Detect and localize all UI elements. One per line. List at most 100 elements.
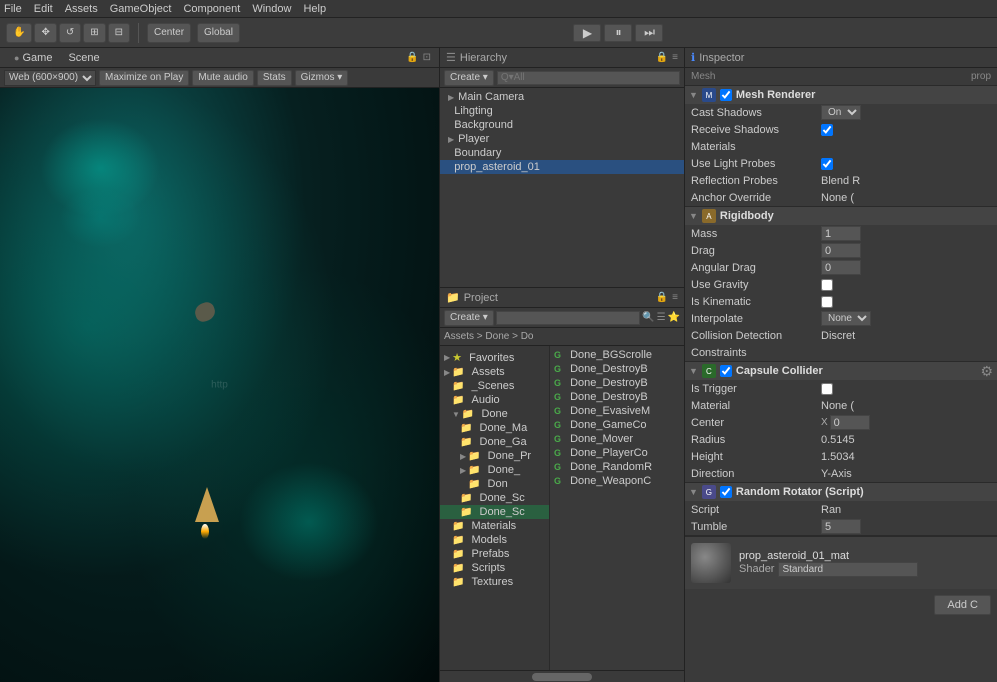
gizmos-button[interactable]: Gizmos ▾	[295, 70, 349, 86]
move-tool-button[interactable]: ✥	[34, 23, 56, 43]
scale-tool-button[interactable]: ⊞	[83, 23, 105, 43]
interpolate-select[interactable]: None	[821, 311, 871, 326]
step-button[interactable]: ⏭	[635, 24, 663, 42]
pause-button[interactable]: ⏸	[604, 24, 632, 42]
hier-item-prop-asteroid[interactable]: prop_asteroid_01	[440, 160, 684, 174]
tree-item-done-sub[interactable]: ▶📁 Done_	[440, 463, 549, 477]
menu-file[interactable]: File	[4, 3, 22, 15]
tree-item-done[interactable]: ▼📁 Done	[440, 407, 549, 421]
tree-item-scripts[interactable]: 📁 Scripts	[440, 561, 549, 575]
tree-item-don[interactable]: 📁 Don	[440, 477, 549, 491]
file-item-6[interactable]: G Done_Mover	[550, 432, 684, 446]
add-component-button[interactable]: Add C	[934, 595, 991, 615]
cast-shadows-select[interactable]: On	[821, 105, 861, 120]
random-rotator-header[interactable]: ▼ G Random Rotator (Script)	[685, 483, 997, 501]
project-search-bar: Create ▾ 🔍 ☰ ⭐	[440, 308, 684, 328]
play-button[interactable]: ▶	[573, 24, 601, 42]
file-item-5[interactable]: G Done_GameCo	[550, 418, 684, 432]
game-toolbar: Web (600×900) Maximize on Play Mute audi…	[0, 68, 439, 88]
is-trigger-checkbox[interactable]	[821, 383, 833, 395]
use-light-probes-checkbox[interactable]	[821, 158, 833, 170]
center-button[interactable]: Center	[147, 23, 191, 43]
tree-item-textures[interactable]: 📁 Textures	[440, 575, 549, 589]
menu-edit[interactable]: Edit	[34, 3, 53, 15]
tree-item-prefabs[interactable]: 📁 Prefabs	[440, 547, 549, 561]
cast-shadows-label: Cast Shadows	[691, 107, 821, 119]
scroll-thumb[interactable]	[532, 673, 592, 681]
interpolate-label: Interpolate	[691, 313, 821, 325]
project-scrollbar[interactable]	[440, 670, 684, 682]
maximize-play-button[interactable]: Maximize on Play	[99, 70, 189, 86]
shader-input[interactable]	[778, 562, 918, 577]
tumble-input[interactable]	[821, 519, 861, 534]
hier-item-main-camera[interactable]: ▶Main Camera	[440, 90, 684, 104]
tree-item-scenes[interactable]: 📁 _Scenes	[440, 379, 549, 393]
mass-input[interactable]	[821, 226, 861, 241]
menu-component[interactable]: Component	[183, 3, 240, 15]
rigidbody-header[interactable]: ▼ A Rigidbody	[685, 207, 997, 225]
rect-tool-button[interactable]: ⊟	[108, 23, 130, 43]
capsule-collider-section: ▼ C Capsule Collider ⚙ Is Trigger Materi…	[685, 362, 997, 483]
menu-gameobject[interactable]: GameObject	[110, 3, 172, 15]
capsule-collider-enabled[interactable]	[720, 365, 732, 377]
file-item-4[interactable]: G Done_EvasiveM	[550, 404, 684, 418]
capsule-collider-icon: C	[702, 364, 716, 378]
tab-game[interactable]: ● Game	[8, 48, 58, 68]
tree-item-materials[interactable]: 📁 Materials	[440, 519, 549, 533]
menu-window[interactable]: Window	[252, 3, 291, 15]
direction-value: Y-Axis	[821, 468, 991, 480]
angular-drag-input[interactable]	[821, 260, 861, 275]
tree-item-favorites[interactable]: ▶★ Favorites	[440, 350, 549, 365]
project-create-button[interactable]: Create ▾	[444, 310, 494, 326]
resolution-select[interactable]: Web (600×900)	[4, 70, 96, 86]
hierarchy-create-button[interactable]: Create ▾	[444, 70, 494, 86]
file-item-8[interactable]: G Done_RandomR	[550, 460, 684, 474]
tree-item-models[interactable]: 📁 Models	[440, 533, 549, 547]
tree-item-done-ma[interactable]: 📁 Done_Ma	[440, 421, 549, 435]
center-row: Center X	[685, 414, 997, 431]
reflection-probes-label: Reflection Probes	[691, 175, 821, 187]
stats-button[interactable]: Stats	[257, 70, 292, 86]
tree-item-audio[interactable]: 📁 Audio	[440, 393, 549, 407]
file-item-0[interactable]: G Done_BGScrolle	[550, 348, 684, 362]
file-item-3[interactable]: G Done_DestroyB	[550, 390, 684, 404]
mute-button[interactable]: Mute audio	[192, 70, 253, 86]
drag-input[interactable]	[821, 243, 861, 258]
player-spaceship	[195, 487, 219, 522]
tab-scene[interactable]: Scene	[62, 48, 105, 68]
file-item-2[interactable]: G Done_DestroyB	[550, 376, 684, 390]
is-kinematic-checkbox[interactable]	[821, 296, 833, 308]
hier-item-lighting[interactable]: Lihgting	[440, 104, 684, 118]
tree-item-done-sc2[interactable]: 📁 Done_Sc	[440, 505, 549, 519]
hand-tool-button[interactable]: ✋	[6, 23, 32, 43]
edit-collider-icon[interactable]: ⚙	[980, 363, 993, 380]
tree-item-assets[interactable]: ▶📁 Assets	[440, 365, 549, 379]
tree-item-done-ga[interactable]: 📁 Done_Ga	[440, 435, 549, 449]
material-label: Material	[691, 400, 821, 412]
project-search-input[interactable]	[496, 311, 640, 325]
use-gravity-checkbox[interactable]	[821, 279, 833, 291]
menu-help[interactable]: Help	[303, 3, 326, 15]
tree-item-done-sc1[interactable]: 📁 Done_Sc	[440, 491, 549, 505]
rotate-tool-button[interactable]: ↺	[59, 23, 81, 43]
file-item-1[interactable]: G Done_DestroyB	[550, 362, 684, 376]
collision-detection-label: Collision Detection	[691, 330, 821, 342]
tree-item-done-pr[interactable]: ▶📁 Done_Pr	[440, 449, 549, 463]
random-rotator-title: Random Rotator (Script)	[736, 486, 864, 498]
center-x-input[interactable]	[830, 415, 870, 430]
hier-item-background[interactable]: Background	[440, 118, 684, 132]
file-item-7[interactable]: G Done_PlayerCo	[550, 446, 684, 460]
hierarchy-search-input[interactable]	[497, 71, 680, 85]
menu-assets[interactable]: Assets	[65, 3, 98, 15]
height-value: 1.5034	[821, 451, 991, 463]
capsule-collider-header[interactable]: ▼ C Capsule Collider ⚙	[685, 362, 997, 380]
hier-item-player[interactable]: ▶Player	[440, 132, 684, 146]
random-rotator-enabled[interactable]	[720, 486, 732, 498]
mesh-renderer-enabled[interactable]	[720, 89, 732, 101]
view-tabs: ● Game Scene 🔒 ⊡	[0, 48, 439, 68]
file-item-9[interactable]: G Done_WeaponC	[550, 474, 684, 488]
mesh-renderer-header[interactable]: ▼ M Mesh Renderer	[685, 86, 997, 104]
hier-item-boundary[interactable]: Boundary	[440, 146, 684, 160]
global-button[interactable]: Global	[197, 23, 240, 43]
receive-shadows-checkbox[interactable]	[821, 124, 833, 136]
